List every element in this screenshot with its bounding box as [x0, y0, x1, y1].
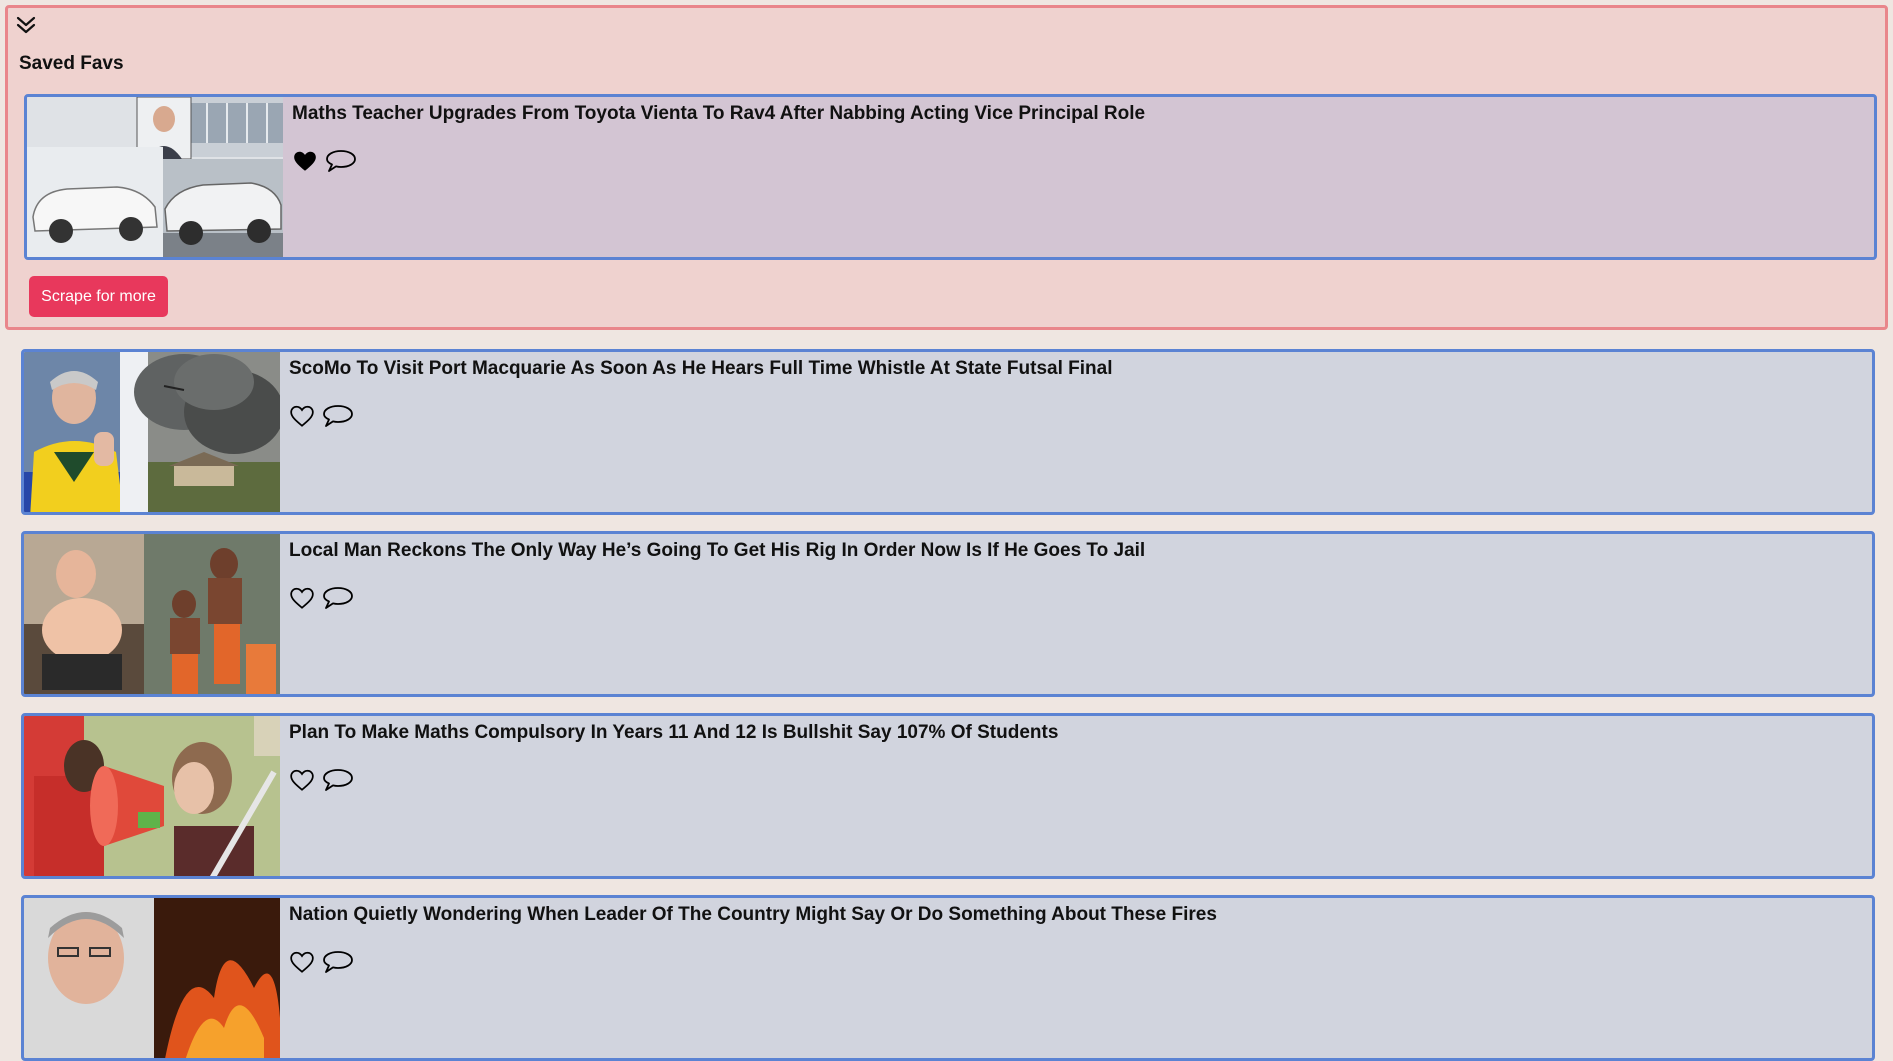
speech-bubble-icon[interactable] [324, 148, 358, 174]
heart-outline-icon[interactable] [289, 403, 315, 429]
speech-bubble-icon[interactable] [321, 949, 355, 975]
heart-filled-icon[interactable] [292, 148, 318, 174]
heart-outline-icon[interactable] [289, 949, 315, 975]
article-headline[interactable]: Plan To Make Maths Compulsory In Years 1… [289, 722, 1058, 744]
article-headline[interactable]: Nation Quietly Wondering When Leader Of … [289, 904, 1217, 926]
article-actions [289, 582, 355, 614]
article-thumbnail [24, 716, 280, 876]
article-headline[interactable]: Maths Teacher Upgrades From Toyota Vient… [292, 103, 1145, 125]
article-actions [289, 764, 355, 796]
speech-bubble-icon[interactable] [321, 585, 355, 611]
article-actions [289, 400, 355, 432]
saved-favs-title: Saved Favs [19, 53, 124, 74]
scrape-for-more-button[interactable]: Scrape for more [29, 276, 168, 317]
article-card[interactable]: Local Man Reckons The Only Way He’s Goin… [21, 531, 1875, 697]
double-chevron-down-icon[interactable] [16, 14, 36, 36]
speech-bubble-icon[interactable] [321, 403, 355, 429]
article-thumbnail [24, 898, 280, 1058]
article-actions [292, 145, 358, 177]
article-thumbnail [24, 352, 280, 512]
fav-article-card[interactable]: Maths Teacher Upgrades From Toyota Vient… [24, 94, 1877, 260]
article-card[interactable]: Plan To Make Maths Compulsory In Years 1… [21, 713, 1875, 879]
article-card[interactable]: Nation Quietly Wondering When Leader Of … [21, 895, 1875, 1061]
article-headline[interactable]: ScoMo To Visit Port Macquarie As Soon As… [289, 358, 1113, 380]
heart-outline-icon[interactable] [289, 585, 315, 611]
speech-bubble-icon[interactable] [321, 767, 355, 793]
article-headline[interactable]: Local Man Reckons The Only Way He’s Goin… [289, 540, 1145, 562]
article-thumbnail [27, 97, 283, 257]
saved-favs-panel: Saved Favs Maths Teacher Upgrades From T… [5, 5, 1888, 330]
article-actions [289, 946, 355, 978]
article-card[interactable]: ScoMo To Visit Port Macquarie As Soon As… [21, 349, 1875, 515]
article-thumbnail [24, 534, 280, 694]
heart-outline-icon[interactable] [289, 767, 315, 793]
